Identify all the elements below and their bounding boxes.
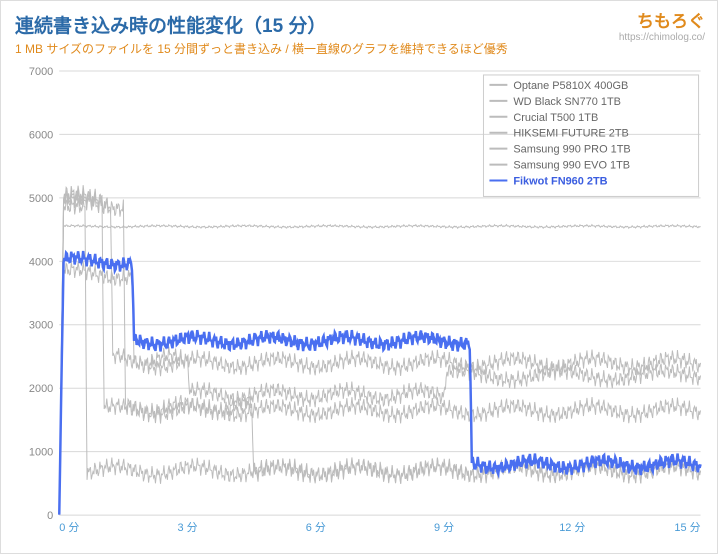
svg-text:1000: 1000	[29, 447, 53, 459]
brand-url: https://chimolog.co/	[619, 32, 705, 43]
svg-text:0 分: 0 分	[59, 521, 79, 534]
legend-label: Optane P5810X 400GB	[513, 80, 628, 92]
header: 連続書き込み時の性能変化（15 分） 1 MB サイズのファイルを 15 分間ず…	[1, 1, 717, 61]
svg-text:15 分: 15 分	[674, 521, 700, 534]
legend-label: WD Black SN770 1TB	[513, 96, 621, 108]
svg-text:3 分: 3 分	[177, 521, 197, 534]
legend-label: Crucial T500 1TB	[513, 112, 598, 124]
legend-label: HIKSEMI FUTURE 2TB	[513, 128, 628, 140]
svg-text:7000: 7000	[29, 66, 53, 78]
legend-label: Samsung 990 EVO 1TB	[513, 160, 630, 172]
svg-text:6 分: 6 分	[306, 521, 326, 534]
svg-text:3000: 3000	[29, 320, 53, 332]
legend-label: Fikwot FN960 2TB	[513, 175, 607, 187]
svg-text:2000: 2000	[29, 383, 53, 395]
svg-text:5000: 5000	[29, 193, 53, 205]
svg-text:4000: 4000	[29, 256, 53, 268]
brand-name: ちもろぐ	[619, 7, 705, 32]
legend-label: Samsung 990 PRO 1TB	[513, 144, 630, 156]
svg-text:6000: 6000	[29, 129, 53, 141]
svg-text:12 分: 12 分	[559, 521, 585, 534]
svg-text:9 分: 9 分	[434, 521, 454, 534]
svg-text:0: 0	[47, 510, 53, 522]
chart-title: 連続書き込み時の性能変化（15 分）	[15, 11, 703, 38]
chart-area: 0 1000 2000 3000 4000 5000 6000 7000 0 分 3 分 6 分 9…	[11, 65, 705, 539]
chart-subtitle: 1 MB サイズのファイルを 15 分間ずっと書き込み / 横一直線のグラフを維…	[15, 40, 703, 57]
brand-block: ちもろぐ https://chimolog.co/	[619, 7, 705, 43]
chart-svg: 0 1000 2000 3000 4000 5000 6000 7000 0 分 3 分 6 分 9…	[11, 65, 705, 539]
